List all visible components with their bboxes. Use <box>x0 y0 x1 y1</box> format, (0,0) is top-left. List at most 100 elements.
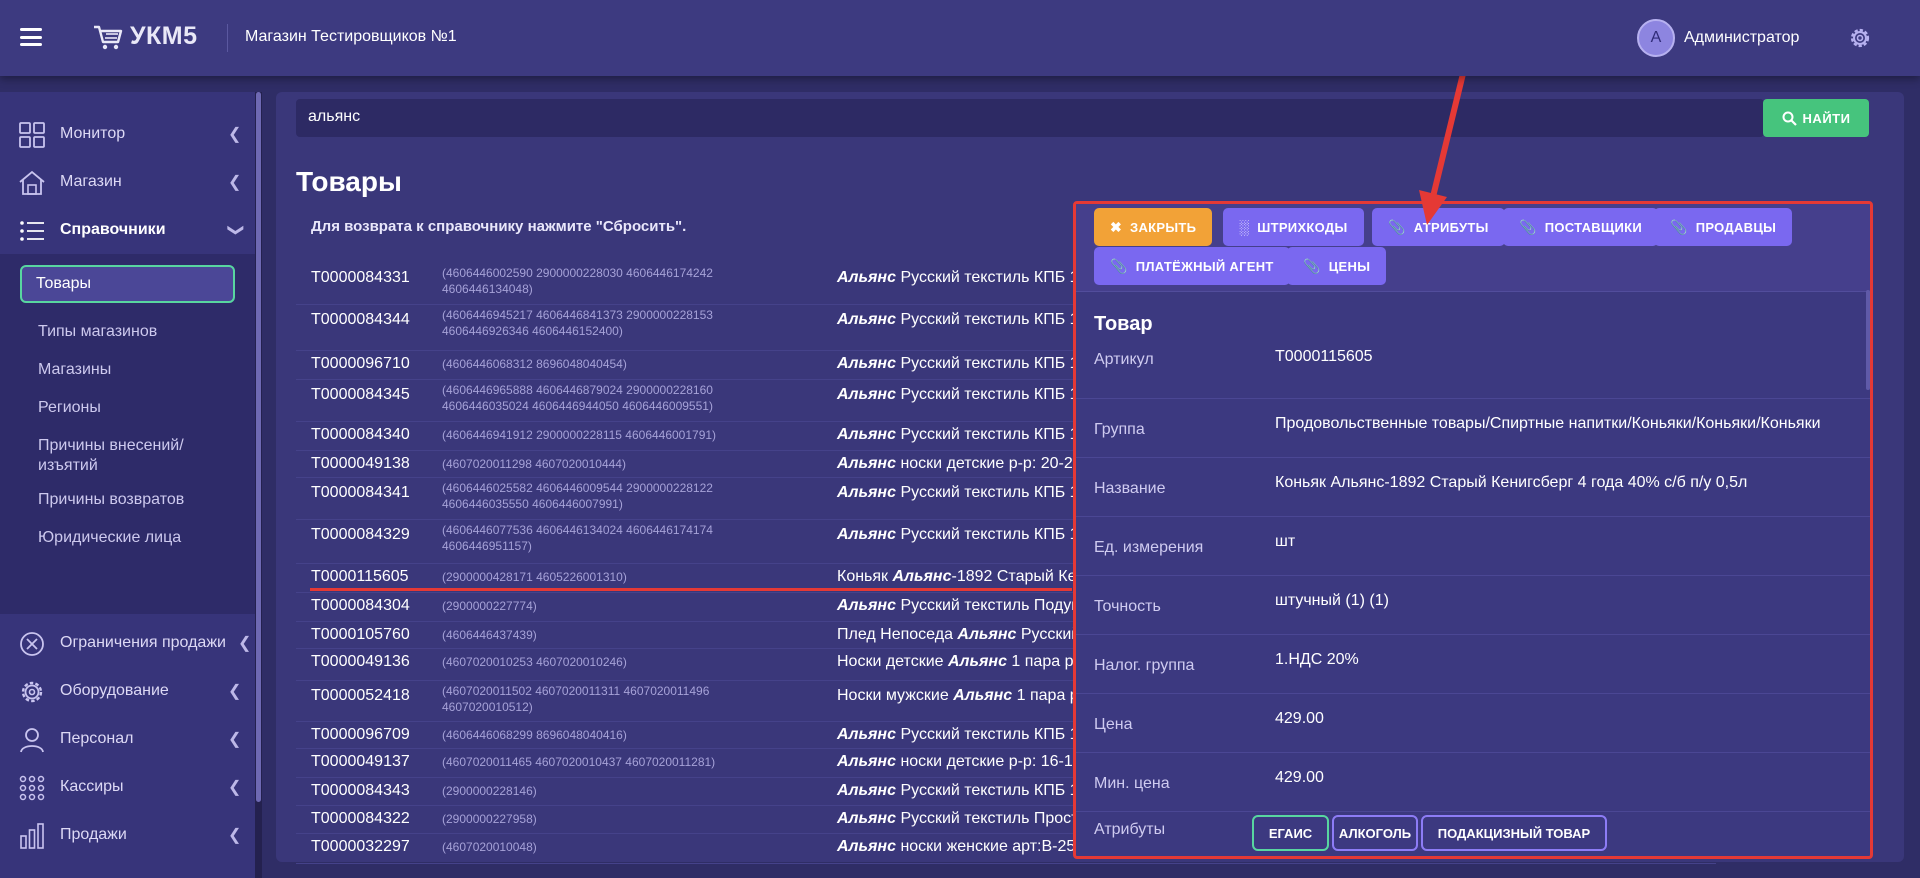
submenu-item-deposit-reasons[interactable]: Причины внесений/ изъятий <box>38 436 208 476</box>
avatar: А <box>1637 19 1675 57</box>
settings-gear-icon[interactable] <box>1846 24 1874 52</box>
sidebar-item-staff[interactable]: Персонал ❮ <box>0 715 255 763</box>
product-name-highlight: Альянс <box>837 838 896 855</box>
prices-button[interactable]: 📎 ЦЕНЫ <box>1287 247 1387 285</box>
sidebar-scrollbar[interactable] <box>255 92 262 878</box>
sidebar-item-monitor[interactable]: Монитор ❮ <box>0 110 255 158</box>
field-value: T0000115605 <box>1275 348 1373 365</box>
product-barcodes: (2900000227958) <box>442 812 537 826</box>
submenu-item-products[interactable]: Товары <box>20 265 235 303</box>
sidebar-item-cashiers[interactable]: Кассиры ❮ <box>0 763 255 811</box>
barcodes-button[interactable]: ░ ШТРИХКОДЫ <box>1223 208 1364 246</box>
submenu-item-stores[interactable]: Магазины <box>38 360 238 380</box>
sidebar-item-sales[interactable]: Продажи ❮ <box>0 811 255 859</box>
product-name-highlight: Альянс <box>837 386 896 403</box>
sidebar-item-store[interactable]: Магазин ❮ <box>0 158 255 206</box>
chevron-left-icon: ❮ <box>238 635 252 652</box>
field-label: Атрибуты <box>1094 821 1166 838</box>
sidebar-scrollbar-thumb[interactable] <box>256 92 261 802</box>
product-name: Носки мужские Альянс 1 пара р-р <box>837 687 1093 705</box>
sidebar: Монитор ❮ Магазин ❮ Справочники ❮ Товары… <box>0 92 255 878</box>
product-name-highlight: Альянс <box>837 426 896 443</box>
chevron-left-icon: ❮ <box>228 683 242 700</box>
product-barcodes: (4606446941912 2900000228115 46064460017… <box>442 428 717 442</box>
chevron-left-icon: ❮ <box>228 731 242 748</box>
product-name: Носки детские Альянс 1 пара р-р <box>837 653 1088 671</box>
product-barcodes: (4606446437439) <box>442 628 537 642</box>
submenu-item-return-reasons[interactable]: Причины возвратов <box>38 490 238 510</box>
barcodes-button-label: ШТРИХКОДЫ <box>1257 219 1348 235</box>
reset-hint: Для возврата к справочнику нажмите "Сбро… <box>311 218 687 235</box>
suppliers-button[interactable]: 📎 ПОСТАВЩИКИ <box>1503 208 1659 246</box>
person-icon <box>20 728 44 753</box>
sidebar-item-equipment[interactable]: Оборудование ❮ <box>0 667 255 715</box>
attribute-tag-egais[interactable]: ЕГАИС <box>1252 815 1329 851</box>
sidebar-item-label: Кассиры <box>60 778 124 795</box>
product-name-highlight: Альянс <box>947 653 1007 670</box>
payment-agent-button[interactable]: 📎 ПЛАТЁЖНЫЙ АГЕНТ <box>1094 247 1290 285</box>
field-row: Группа Продовольственные товары/Спиртные … <box>1076 399 1870 458</box>
field-value: 429.00 <box>1275 769 1324 786</box>
field-label: Название <box>1094 480 1166 497</box>
search-button-label: НАЙТИ <box>1802 110 1851 126</box>
close-button[interactable]: ✖ ЗАКРЫТЬ <box>1094 208 1213 246</box>
sidebar-item-sale-restrictions[interactable]: Ограничения продажи ❮ <box>0 619 255 667</box>
field-label: Артикул <box>1094 351 1154 368</box>
detail-scrollbar-thumb[interactable] <box>1866 290 1870 390</box>
submenu-item-legal-entities[interactable]: Юридические лица <box>38 528 238 548</box>
paperclip-icon: 📎 <box>1388 218 1406 235</box>
product-name-highlight: Альянс <box>837 526 896 543</box>
detail-title: Товар <box>1094 313 1153 335</box>
user-name: Администратор <box>1684 29 1800 46</box>
submenu-item-regions[interactable]: Регионы <box>38 398 238 418</box>
paperclip-icon: 📎 <box>1670 218 1688 235</box>
product-name-highlight: Альянс <box>892 568 952 585</box>
search-input[interactable] <box>308 108 1708 126</box>
store-name[interactable]: Магазин Тестировщиков №1 <box>245 28 457 46</box>
hamburger-menu-icon[interactable] <box>20 28 42 46</box>
logo-text: УКМ5 <box>130 22 198 50</box>
submenu-item-store-types[interactable]: Типы магазинов <box>38 322 238 342</box>
product-barcodes: (2900000227774) <box>442 599 537 613</box>
cart-icon <box>94 25 123 49</box>
product-name-highlight: Альянс <box>837 782 896 799</box>
product-code: T0000049138 <box>311 455 410 472</box>
close-button-label: ЗАКРЫТЬ <box>1130 219 1197 235</box>
search-button[interactable]: НАЙТИ <box>1763 99 1869 137</box>
attribute-tag-excise[interactable]: ПОДАКЦИЗНЫЙ ТОВАР <box>1421 815 1607 851</box>
sellers-button[interactable]: 📎 ПРОДАВЦЫ <box>1654 208 1793 246</box>
logo[interactable]: УКМ5 <box>92 22 198 51</box>
field-value: штучный (1) (1) <box>1275 592 1389 609</box>
product-name-suffix: Русский текстиль Подушка <box>896 597 1101 614</box>
monitor-icon <box>19 122 45 148</box>
restriction-icon <box>20 632 44 656</box>
product-name-highlight: Альянс <box>837 269 896 286</box>
paperclip-icon: 📎 <box>1519 218 1537 235</box>
cashiers-icon <box>19 775 45 801</box>
chevron-left-icon: ❮ <box>228 827 242 844</box>
field-value: Коньяк Альянс-1892 Старый Кенигсберг 4 г… <box>1275 474 1748 491</box>
user-menu[interactable]: А Администратор <box>1637 19 1799 57</box>
attribute-tag-alcohol[interactable]: АЛКОГОЛЬ <box>1332 815 1418 851</box>
product-code: T0000049137 <box>311 753 410 770</box>
sellers-button-label: ПРОДАВЦЫ <box>1695 219 1777 235</box>
product-name: Альянс Русский текстиль Подушка <box>837 597 1100 615</box>
sidebar-item-label: Продажи <box>60 826 127 843</box>
sidebar-item-label: Ограничения продажи <box>60 634 226 651</box>
product-name-highlight: Альянс <box>837 597 896 614</box>
field-label: Ед. измерения <box>1094 539 1204 556</box>
product-name-highlight: Альянс <box>837 484 896 501</box>
attributes-button[interactable]: 📎 АТРИБУТЫ <box>1372 208 1505 246</box>
product-code: T0000084341 <box>311 484 410 501</box>
product-name-suffix: носки женские арт:В-25 <box>896 838 1076 855</box>
chevron-left-icon: ❮ <box>228 126 242 143</box>
product-code: T0000084343 <box>311 782 410 799</box>
product-name-prefix: Плед Непоседа <box>837 626 958 643</box>
sidebar-item-references[interactable]: Справочники ❮ <box>0 206 255 254</box>
field-row: Точность штучный (1) (1) <box>1076 576 1870 635</box>
product-name-prefix: Носки мужские <box>837 687 954 704</box>
product-barcodes: (4607020010048) <box>442 840 537 854</box>
product-code: T0000084304 <box>311 597 410 614</box>
product-barcodes: (4606446965888 4606446879024 29000002281… <box>442 383 713 413</box>
product-code: T0000032297 <box>311 838 410 855</box>
